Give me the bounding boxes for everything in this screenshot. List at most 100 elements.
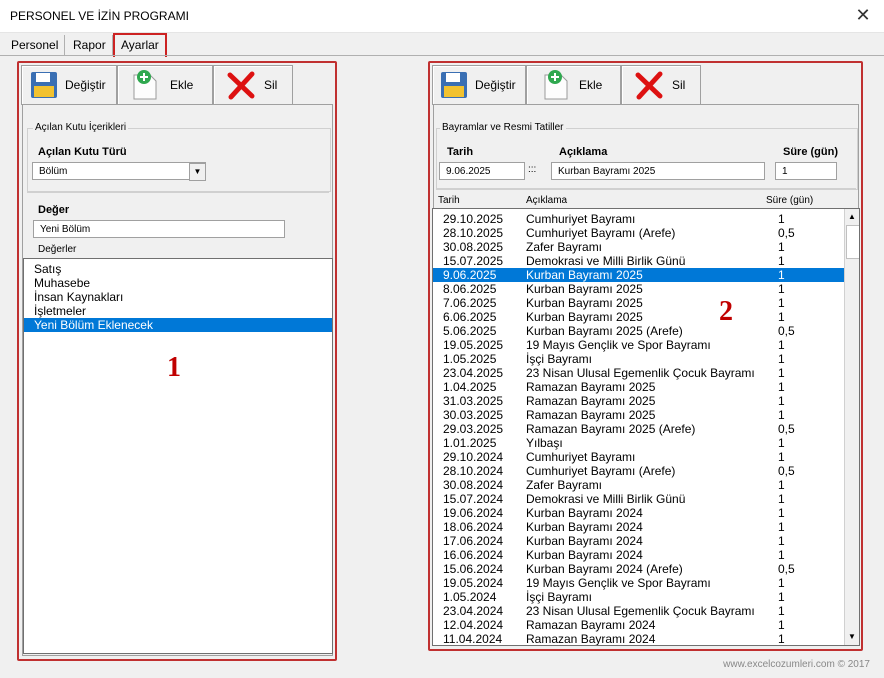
duration-input[interactable]: 1 xyxy=(775,162,837,180)
table-row[interactable]: 19.05.2024 19 Mayıs Gençlik ve Spor Bayra… xyxy=(433,576,859,590)
date-cell: 29.10.2025 xyxy=(443,212,504,226)
table-row[interactable]: 29.10.2025 Cumhuriyet Bayramı 1 xyxy=(433,212,859,226)
table-row[interactable]: 23.04.2024 23 Nisan Ulusal Egemenlik Çocu… xyxy=(433,604,859,618)
date-cell: 18.06.2024 xyxy=(443,520,504,534)
table-row[interactable]: 31.03.2025 Ramazan Bayramı 2025 1 xyxy=(433,394,859,408)
date-cell: 16.06.2024 xyxy=(443,548,504,562)
scroll-up-icon[interactable]: ▲ xyxy=(846,211,858,223)
duration-cell: 1 xyxy=(778,408,785,422)
date-cell: 15.07.2025 xyxy=(443,254,504,268)
table-row[interactable]: 23.04.2025 23 Nisan Ulusal Egemenlik Çocu… xyxy=(433,366,859,380)
table-row[interactable]: 12.04.2024 Ramazan Bayramı 2024 1 xyxy=(433,618,859,632)
list-item[interactable]: İşletmeler xyxy=(24,304,332,318)
table-row[interactable]: 1.05.2025 İşçi Bayramı 1 xyxy=(433,352,859,366)
desc-label: Açıklama xyxy=(559,146,608,158)
table-row[interactable]: 29.03.2025 Ramazan Bayramı 2025 (Arefe) 0,… xyxy=(433,422,859,436)
table-row[interactable]: 8.06.2025 Kurban Bayramı 2025 1 xyxy=(433,282,859,296)
date-input[interactable]: 9.06.2025 xyxy=(439,162,525,180)
table-row[interactable]: 28.10.2024 Cumhuriyet Bayramı (Arefe) 0,5 xyxy=(433,464,859,478)
description-cell: Zafer Bayramı xyxy=(526,240,603,254)
table-row[interactable]: 15.07.2024 Demokrasi ve Milli Birlik Günü… xyxy=(433,492,859,506)
date-cell: 7.06.2025 xyxy=(443,296,497,310)
list-item[interactable]: Yeni Bölüm Eklenecek xyxy=(24,318,332,332)
table-row[interactable]: 15.07.2025 Demokrasi ve Milli Birlik Günü… xyxy=(433,254,859,268)
duration-cell: 1 xyxy=(778,492,785,506)
date-cell: 9.06.2025 xyxy=(443,268,497,282)
duration-cell: 1 xyxy=(778,450,785,464)
date-cell: 28.10.2025 xyxy=(443,226,504,240)
table-row[interactable]: 6.06.2025 Kurban Bayramı 2025 1 xyxy=(433,310,859,324)
table-row[interactable]: 30.08.2024 Zafer Bayramı 1 xyxy=(433,478,859,492)
date-cell: 11.04.2024 xyxy=(443,632,503,646)
close-icon[interactable]: ✕ xyxy=(852,4,874,26)
duration-cell: 1 xyxy=(778,478,785,492)
footer-credit: www.excelcozumleri.com © 2017 xyxy=(723,659,870,670)
table-row[interactable]: 9.06.2025 Kurban Bayramı 2025 1 xyxy=(433,268,859,282)
list-item[interactable]: Muhasebe xyxy=(24,276,332,290)
holidays-scrollbar[interactable]: ▲ ▼ xyxy=(844,209,859,645)
holidays-listbox[interactable]: 29.10.2025 Cumhuriyet Bayramı 1 28.10.2025 C… xyxy=(432,208,860,646)
scroll-thumb[interactable] xyxy=(846,225,859,259)
table-row[interactable]: 28.10.2025 Cumhuriyet Bayramı (Arefe) 0,5 xyxy=(433,226,859,240)
duration-cell: 1 xyxy=(778,520,785,534)
value-label: Değer xyxy=(38,204,70,216)
table-row[interactable]: 15.06.2024 Kurban Bayramı 2024 (Arefe) 0,5 xyxy=(433,562,859,576)
table-row[interactable]: 7.06.2025 Kurban Bayramı 2025 1 xyxy=(433,296,859,310)
left-delete-label: Sil xyxy=(264,78,278,92)
description-cell: Demokrasi ve Milli Birlik Günü xyxy=(526,254,686,268)
description-cell: Ramazan Bayramı 2024 xyxy=(526,618,656,632)
description-cell: Kurban Bayramı 2025 xyxy=(526,282,643,296)
table-row[interactable]: 30.08.2025 Zafer Bayramı 1 xyxy=(433,240,859,254)
table-row[interactable]: 1.05.2024 İşçi Bayramı 1 xyxy=(433,590,859,604)
marker-2: 2 xyxy=(719,296,733,327)
tab-personel[interactable]: Personel xyxy=(5,35,66,55)
duration-cell: 1 xyxy=(778,548,785,562)
tab-rapor[interactable]: Rapor xyxy=(67,35,113,55)
window-title: PERSONEL VE İZİN PROGRAMI xyxy=(10,9,189,23)
description-cell: 19 Mayıs Gençlik ve Spor Bayramı xyxy=(526,576,711,590)
date-cell: 31.03.2025 xyxy=(443,394,504,408)
right-add-label: Ekle xyxy=(579,78,603,92)
value-input[interactable]: Yeni Bölüm xyxy=(33,220,285,238)
column-date-header: Tarih xyxy=(438,195,460,206)
table-row[interactable]: 17.06.2024 Kurban Bayramı 2024 1 xyxy=(433,534,859,548)
date-cell: 8.06.2025 xyxy=(443,282,497,296)
right-change-button[interactable]: Değiştir xyxy=(432,65,526,105)
date-picker-icon[interactable]: ::: xyxy=(528,164,536,175)
right-add-button[interactable]: Ekle xyxy=(526,65,621,105)
table-row[interactable]: 1.01.2025 Yılbaşı 1 xyxy=(433,436,859,450)
list-item[interactable]: İnsan Kaynakları xyxy=(24,290,332,304)
dropdown-arrow-icon[interactable]: ▼ xyxy=(189,163,206,181)
table-row[interactable]: 5.06.2025 Kurban Bayramı 2025 (Arefe) 0,5 xyxy=(433,324,859,338)
values-listbox[interactable]: Satış Muhasebe İnsan Kaynakları İşletmeler Y… xyxy=(23,258,333,654)
table-row[interactable]: 29.10.2024 Cumhuriyet Bayramı 1 xyxy=(433,450,859,464)
tab-ayarlar[interactable]: Ayarlar xyxy=(113,33,167,57)
duration-cell: 1 xyxy=(778,632,785,646)
duration-cell: 1 xyxy=(778,338,785,352)
dropdown-type-select[interactable]: Bölüm xyxy=(32,162,206,180)
description-cell: Kurban Bayramı 2024 xyxy=(526,520,643,534)
duration-cell: 1 xyxy=(778,310,785,324)
table-row[interactable]: 11.04.2024 Ramazan Bayramı 2024 1 xyxy=(433,632,859,646)
description-input[interactable]: Kurban Bayramı 2025 xyxy=(551,162,765,180)
date-cell: 15.07.2024 xyxy=(443,492,504,506)
date-cell: 5.06.2025 xyxy=(443,324,497,338)
right-group-title: Bayramlar ve Resmi Tatiller xyxy=(440,122,566,133)
list-item[interactable]: Satış xyxy=(24,262,332,276)
table-row[interactable]: 19.06.2024 Kurban Bayramı 2024 1 xyxy=(433,506,859,520)
table-row[interactable]: 1.04.2025 Ramazan Bayramı 2025 1 xyxy=(433,380,859,394)
right-separator xyxy=(436,188,856,189)
table-row[interactable]: 30.03.2025 Ramazan Bayramı 2025 1 xyxy=(433,408,859,422)
scroll-down-icon[interactable]: ▼ xyxy=(846,631,858,643)
table-row[interactable]: 19.05.2025 19 Mayıs Gençlik ve Spor Bayra… xyxy=(433,338,859,352)
duration-cell: 1 xyxy=(778,534,785,548)
duration-cell: 1 xyxy=(778,212,785,226)
right-delete-button[interactable]: Sil xyxy=(621,65,701,105)
duration-cell: 1 xyxy=(778,240,785,254)
left-delete-button[interactable]: Sil xyxy=(213,65,293,105)
date-cell: 17.06.2024 xyxy=(443,534,504,548)
table-row[interactable]: 16.06.2024 Kurban Bayramı 2024 1 xyxy=(433,548,859,562)
table-row[interactable]: 18.06.2024 Kurban Bayramı 2024 1 xyxy=(433,520,859,534)
left-change-button[interactable]: Değiştir xyxy=(21,65,117,105)
left-add-button[interactable]: Ekle xyxy=(117,65,213,105)
